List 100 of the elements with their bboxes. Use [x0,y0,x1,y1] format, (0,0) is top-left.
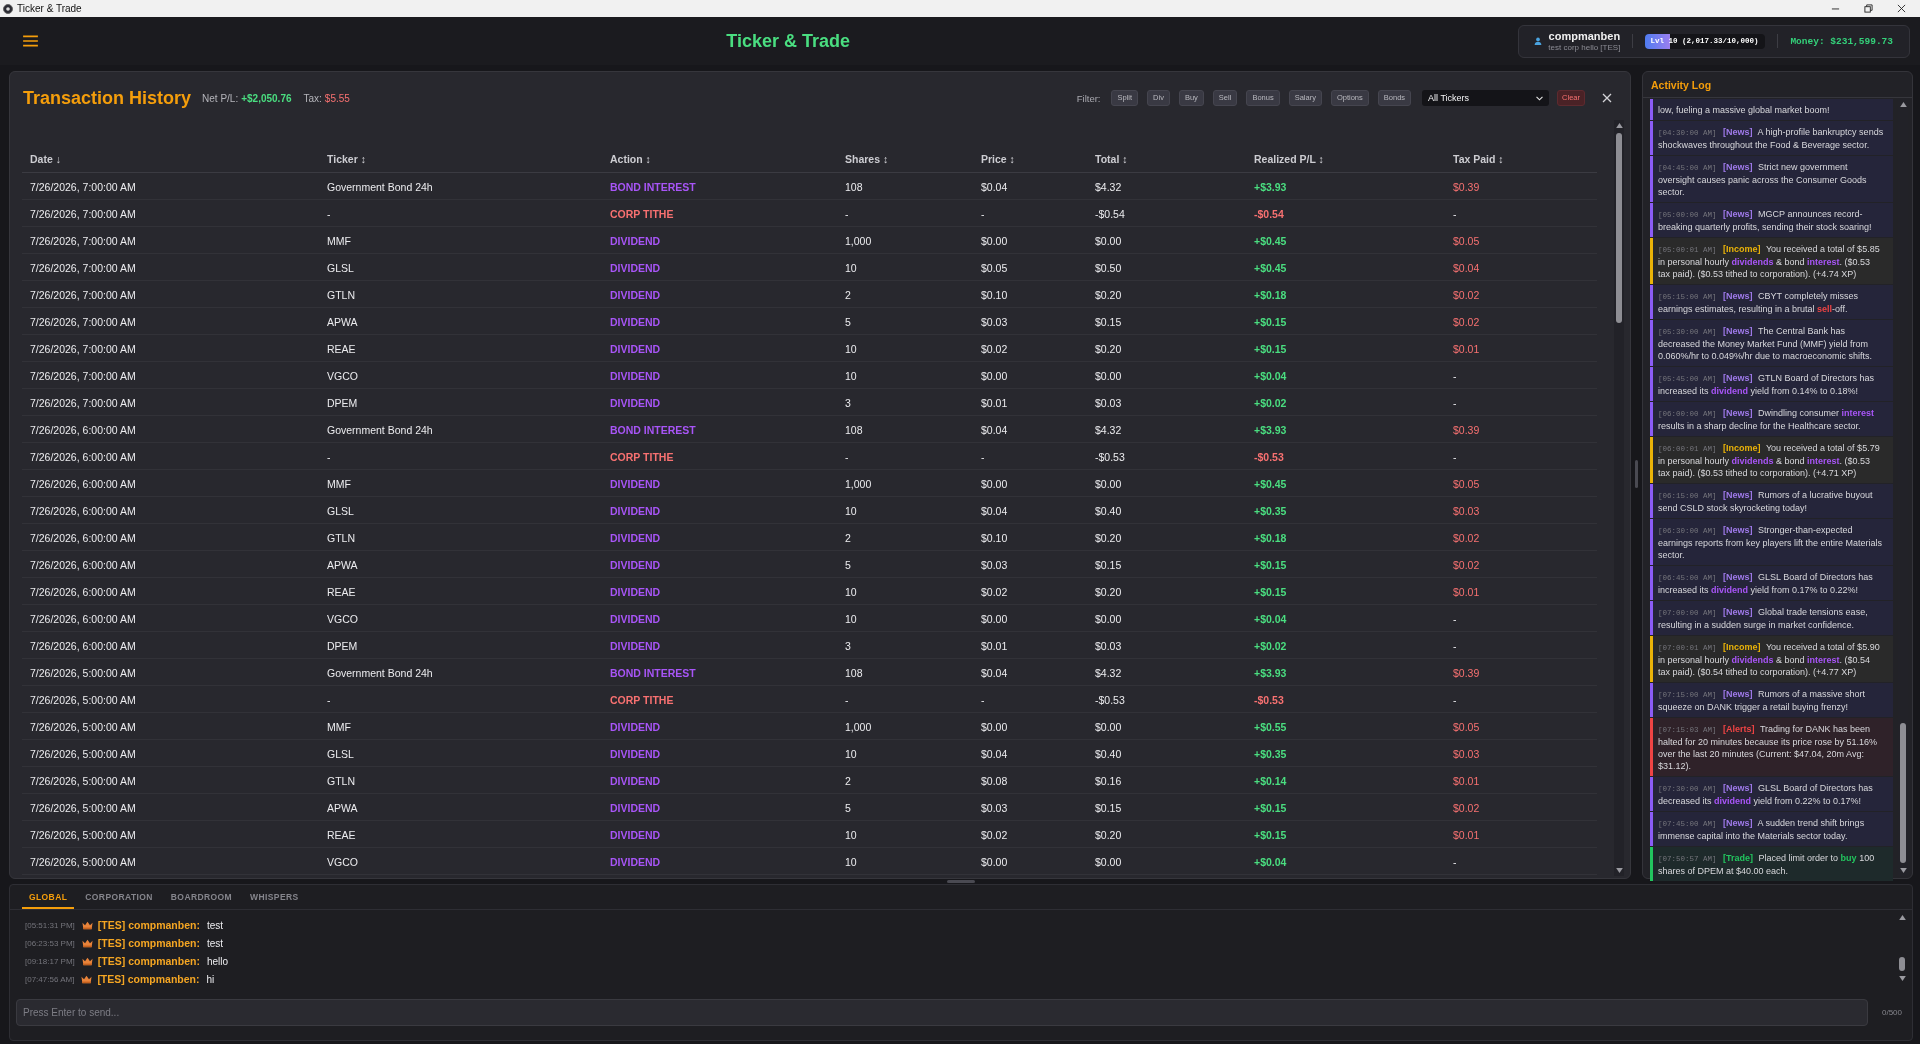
column-header[interactable]: Ticker ↕ [327,153,366,166]
scrollbar-thumb[interactable] [1899,957,1905,971]
date-cell: 7/26/2026, 6:00:00 AM [30,531,136,544]
resize-handle[interactable] [1635,460,1638,488]
date-cell: 7/26/2026, 7:00:00 AM [30,288,136,301]
total-cell: $4.32 [1095,180,1122,193]
price-cell: $0.03 [981,315,1008,328]
pl-cell: +$0.15 [1254,585,1287,598]
ticker-cell: GTLN [327,774,355,787]
tax-cell: $0.01 [1453,828,1480,841]
shares-cell: - [845,693,849,706]
scrollbar-thumb[interactable] [1900,723,1906,863]
message-text: test [206,919,224,931]
column-header[interactable]: Price ↕ [981,153,1015,166]
ticker-cell: Government Bond 24h [327,666,433,679]
shares-cell: 5 [845,801,851,814]
ticker-cell: REAE [327,585,356,598]
tax-cell: $0.01 [1453,585,1480,598]
message-sender: [TES] compmanben: [97,937,200,949]
pl-cell: +$3.93 [1254,423,1287,436]
chat-tab[interactable]: CORPORATION [78,885,160,909]
price-cell: $0.00 [981,612,1008,625]
total-cell: $0.15 [1095,558,1122,571]
date-cell: 7/26/2026, 5:00:00 AM [30,801,136,814]
message-text: test [206,937,224,949]
tax-cell: - [1453,207,1457,220]
tax-cell: $0.04 [1453,261,1480,274]
shares-cell: 10 [845,369,857,382]
tax-cell: $0.03 [1453,504,1480,517]
price-cell: - [981,207,985,220]
ticker-cell: GTLN [327,531,355,544]
column-header[interactable]: Shares ↕ [845,153,889,166]
total-cell: -$0.54 [1095,207,1125,220]
price-cell: $0.03 [981,801,1008,814]
scroll-down-icon[interactable] [1615,868,1623,873]
shares-cell: 10 [845,342,857,355]
tax-cell: - [1453,450,1457,463]
total-cell: $4.32 [1095,423,1122,436]
tax-value: $5.55 [324,92,350,104]
menu-icon[interactable] [23,35,38,47]
chat-tab[interactable]: WHISPERS [243,885,306,909]
ticker-cell: VGCO [327,855,358,868]
close-icon[interactable] [1897,4,1906,13]
scrollbar-track[interactable] [1614,120,1624,876]
shares-cell: 5 [845,315,851,328]
ticker-select[interactable]: All Tickers [1422,90,1550,106]
total-cell: $0.20 [1095,828,1122,841]
restore-icon[interactable] [1864,4,1873,13]
column-header[interactable]: Tax Paid ↕ [1453,153,1504,166]
chat-tab[interactable]: GLOBAL [22,885,75,909]
message-input[interactable]: Press Enter to send... [16,998,1868,1026]
total-cell: $0.20 [1095,585,1122,598]
date-cell: 7/26/2026, 6:00:00 AM [30,585,136,598]
scroll-up-icon[interactable] [1898,915,1906,920]
shares-cell: 2 [845,531,851,544]
scroll-down-icon[interactable] [1899,868,1907,873]
column-header[interactable]: Realized P/L ↕ [1254,153,1324,166]
action-cell: DIVIDEND [610,315,661,328]
action-cell: DIVIDEND [610,369,661,382]
caret-icon [1536,95,1544,101]
tax-cell: $0.01 [1453,774,1480,787]
column-header[interactable]: Date ↓ [30,153,61,166]
date-cell: 7/26/2026, 6:00:00 AM [30,423,136,436]
price-cell: $0.08 [981,774,1008,787]
tax-cell: $0.02 [1453,315,1480,328]
pl-cell: -$0.53 [1254,450,1284,463]
chat-tab[interactable]: BOARDROOM [163,885,240,909]
pl-cell: +$0.18 [1254,288,1287,301]
scrollbar-track[interactable] [1897,912,1907,984]
message-text: hello [206,955,229,967]
action-cell: DIVIDEND [610,774,661,787]
pl-cell: +$0.04 [1254,855,1287,868]
action-cell: BOND INTEREST [610,180,696,193]
total-cell: $0.00 [1095,612,1122,625]
crown-icon [81,920,93,930]
action-cell: DIVIDEND [610,531,661,544]
scrollbar-thumb[interactable] [1616,133,1622,323]
ticker-cell: GLSL [327,261,354,274]
tax-cell: $0.02 [1453,288,1480,301]
message-sender: [TES] compmanben: [97,919,200,931]
scroll-down-icon[interactable] [1898,976,1906,981]
total-cell: $0.15 [1095,315,1122,328]
scroll-up-icon[interactable] [1899,102,1907,107]
message-time: [05:51:31 PM] [25,920,75,930]
price-cell: $0.01 [981,396,1008,409]
pl-cell: +$0.15 [1254,828,1287,841]
tax-cell: $0.39 [1453,180,1480,193]
net-pl-label: Net P/L: [202,92,239,104]
scroll-up-icon[interactable] [1615,123,1623,128]
total-cell: $0.40 [1095,504,1122,517]
ticker-cell: DPEM [327,396,358,409]
column-header[interactable]: Action ↕ [610,153,651,166]
message-time: [07:47:56 AM] [25,974,75,984]
tax-cell: $0.05 [1453,234,1480,247]
column-header[interactable]: Total ↕ [1095,153,1128,166]
tax-cell: - [1453,612,1457,625]
price-cell: $0.00 [981,720,1008,733]
price-cell: $0.10 [981,288,1008,301]
shares-cell: 1,000 [845,477,872,490]
pl-cell: +$0.15 [1254,342,1287,355]
